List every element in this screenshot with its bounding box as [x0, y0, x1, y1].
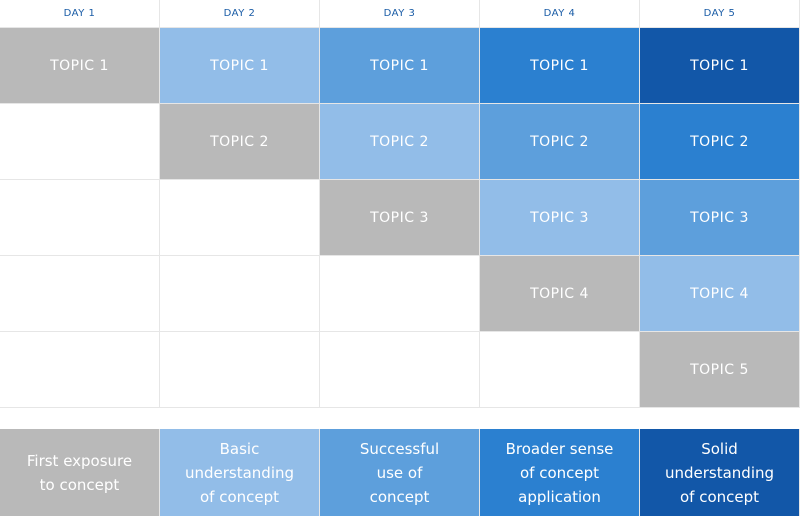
day-header: DAY 4 — [480, 0, 640, 28]
topic-cell: TOPIC 4 — [480, 256, 640, 332]
day-header: DAY 1 — [0, 0, 160, 28]
legend-item: Broader sense of concept application — [480, 429, 640, 516]
topic-cell: TOPIC 2 — [480, 104, 640, 180]
topic-cell: TOPIC 5 — [640, 332, 800, 408]
legend-item: Solid understanding of concept — [640, 429, 800, 516]
legend-item: Successful use of concept — [320, 429, 480, 516]
empty-cell — [480, 332, 640, 408]
day-header: DAY 2 — [160, 0, 320, 28]
day-header: DAY 5 — [640, 0, 800, 28]
topic-cell: TOPIC 1 — [0, 28, 160, 104]
empty-cell — [160, 256, 320, 332]
topic-cell: TOPIC 1 — [160, 28, 320, 104]
topic-cell: TOPIC 1 — [480, 28, 640, 104]
topic-cell: TOPIC 3 — [640, 180, 800, 256]
legend-item: Basic understanding of concept — [160, 429, 320, 516]
day-header-row: DAY 1 DAY 2 DAY 3 DAY 4 DAY 5 — [0, 0, 800, 28]
topic-cell: TOPIC 3 — [480, 180, 640, 256]
empty-cell — [0, 256, 160, 332]
topic-cell: TOPIC 1 — [640, 28, 800, 104]
empty-cell — [320, 332, 480, 408]
topic-cell: TOPIC 2 — [640, 104, 800, 180]
topic-cell: TOPIC 4 — [640, 256, 800, 332]
legend-item: First exposure to concept — [0, 429, 160, 516]
empty-cell — [0, 332, 160, 408]
topic-cell: TOPIC 1 — [320, 28, 480, 104]
empty-cell — [160, 180, 320, 256]
mastery-legend: First exposure to concept Basic understan… — [0, 429, 800, 516]
topic-cell: TOPIC 3 — [320, 180, 480, 256]
topic-cell: TOPIC 2 — [160, 104, 320, 180]
empty-cell — [320, 256, 480, 332]
empty-cell — [0, 180, 160, 256]
day-header: DAY 3 — [320, 0, 480, 28]
empty-cell — [160, 332, 320, 408]
empty-cell — [0, 104, 160, 180]
topic-cell: TOPIC 2 — [320, 104, 480, 180]
